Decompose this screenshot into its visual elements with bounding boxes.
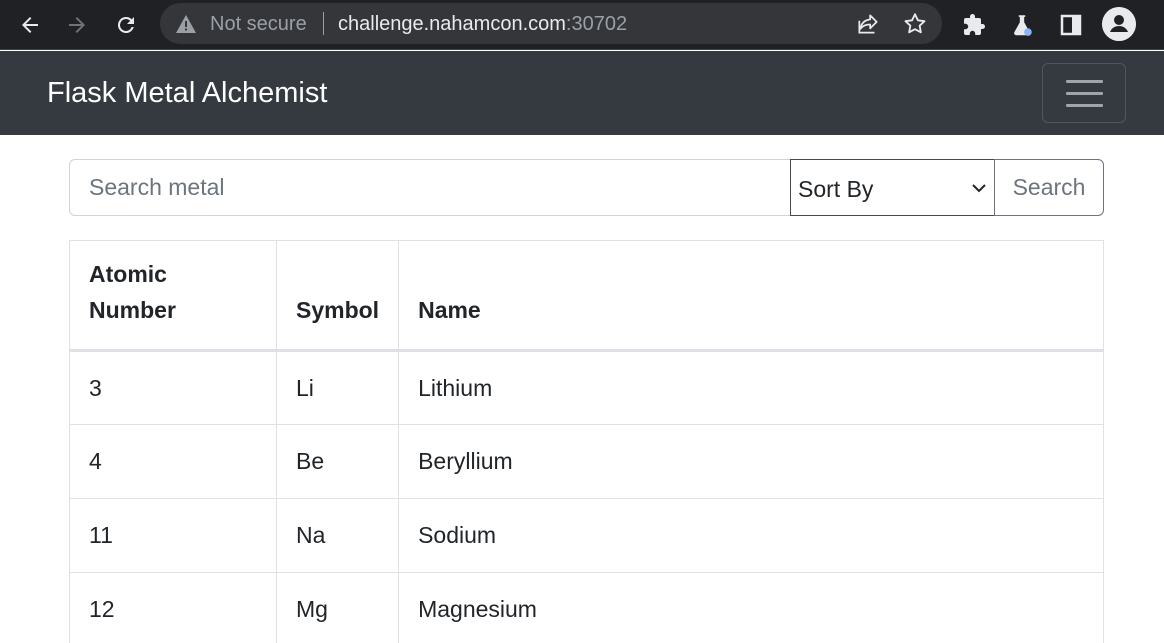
- warning-icon: [175, 14, 197, 39]
- url-text[interactable]: challenge.nahamcon.com:30702: [338, 13, 627, 36]
- table-row: 3 Li Lithium: [69, 350, 1104, 425]
- flask-icon[interactable]: [1006, 9, 1038, 41]
- forward-icon[interactable]: [61, 9, 93, 41]
- cell-name: Magnesium: [398, 572, 1104, 643]
- table-row: 11 Na Sodium: [69, 498, 1104, 573]
- cell-atomic-number: 12: [69, 572, 277, 643]
- star-icon[interactable]: [902, 11, 928, 42]
- search-input[interactable]: [69, 159, 791, 216]
- browser-toolbar: Not secure challenge.nahamcon.com:30702: [0, 0, 1164, 50]
- sort-select-value: Sort By: [798, 176, 874, 202]
- url-host: challenge.nahamcon.com: [338, 13, 566, 35]
- cell-atomic-number: 3: [69, 350, 277, 425]
- app-navbar: Flask Metal Alchemist: [0, 51, 1164, 135]
- divider: [323, 12, 324, 35]
- cell-name: Beryllium: [398, 424, 1104, 499]
- puzzle-icon[interactable]: [958, 9, 990, 41]
- cell-name: Sodium: [398, 498, 1104, 573]
- table-row: 4 Be Beryllium: [69, 424, 1104, 499]
- profile-icon[interactable]: [1102, 7, 1136, 41]
- header-atomic-line-2: Number: [89, 297, 176, 323]
- reload-icon[interactable]: [110, 9, 142, 41]
- security-label[interactable]: Not secure: [210, 13, 307, 36]
- url-port: :30702: [565, 13, 628, 35]
- cell-atomic-number: 11: [69, 498, 277, 573]
- cell-atomic-number: 4: [69, 424, 277, 499]
- cell-symbol: Be: [275, 424, 400, 499]
- cell-symbol: Na: [275, 498, 400, 573]
- address-bar[interactable]: Not secure challenge.nahamcon.com:30702: [160, 3, 942, 44]
- search-button[interactable]: Search: [994, 159, 1104, 216]
- metals-table: Atomic Number Symbol Name 3 Li Lithium 4 …: [69, 240, 1104, 643]
- header-name[interactable]: Name: [398, 240, 1104, 352]
- cell-symbol: Li: [275, 350, 400, 425]
- back-icon[interactable]: [14, 9, 46, 41]
- brand-link[interactable]: Flask Metal Alchemist: [47, 77, 327, 110]
- header-atomic-number[interactable]: Atomic Number: [69, 240, 277, 352]
- share-icon[interactable]: [855, 11, 881, 42]
- chevron-down-icon: [971, 181, 987, 199]
- hamburger-icon[interactable]: [1042, 63, 1126, 123]
- table-row: 12 Mg Magnesium: [69, 572, 1104, 643]
- sort-select[interactable]: Sort By: [790, 159, 995, 216]
- cell-symbol: Mg: [275, 572, 400, 643]
- cell-name: Lithium: [398, 350, 1104, 425]
- sidepanel-icon[interactable]: [1055, 9, 1087, 41]
- table-header-row: Atomic Number Symbol Name: [69, 240, 1104, 352]
- header-symbol[interactable]: Symbol: [275, 240, 400, 352]
- header-atomic-line-1: Atomic: [89, 261, 167, 287]
